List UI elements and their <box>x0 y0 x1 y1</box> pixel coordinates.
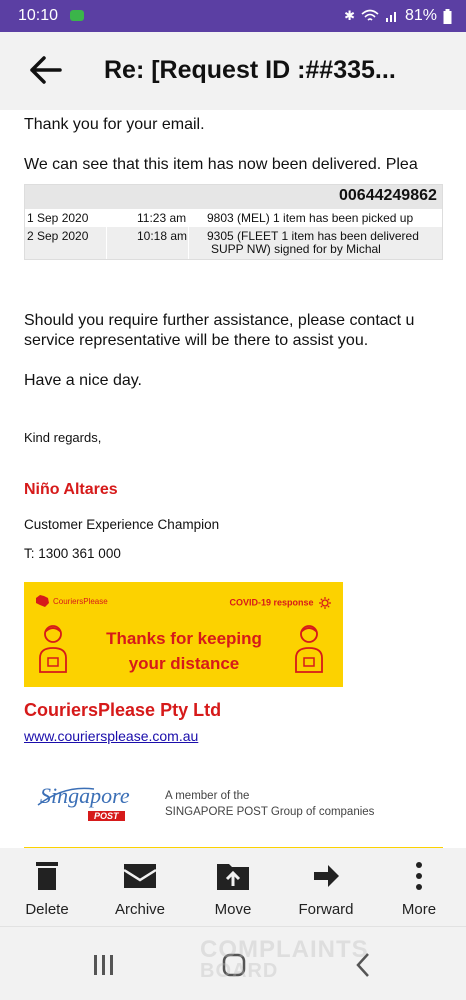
status-bar: 10:10 ✱ 81% <box>0 0 466 32</box>
more-vertical-icon <box>416 862 422 890</box>
sender-role: Customer Experience Champion <box>24 517 220 532</box>
tracking-time: 10:18 am <box>137 229 188 243</box>
trash-icon <box>36 862 58 890</box>
email-action-toolbar: Delete Archive Move Forward More <box>0 848 466 926</box>
australia-map-icon <box>36 595 49 607</box>
delivered-text: We can see that this item has now been d… <box>24 156 418 173</box>
table-row: 2 Sep 2020 10:18 am 9305 (FLEET 1 item h… <box>25 227 442 259</box>
battery-percent: 81% <box>404 7 437 24</box>
battery-icon <box>443 8 452 24</box>
tracking-time: 11:23 am <box>137 211 187 225</box>
covid-banner: CouriersPlease COVID-19 response Thanks … <box>24 582 343 687</box>
couriersplease-logo: CouriersPlease <box>34 594 108 608</box>
more-button[interactable]: More <box>374 848 464 926</box>
sender-phone: T: 1300 361 000 <box>24 546 121 561</box>
bluetooth-icon: ✱ <box>344 8 355 23</box>
person-icon <box>295 625 323 673</box>
move-button[interactable]: Move <box>188 848 278 926</box>
tracking-detail: 9305 (FLEET 1 item has been delivered <box>207 229 419 243</box>
tracking-detail-line2: SUPP NW) signed for by Michal <box>211 242 381 256</box>
tracking-number: 00644249862 <box>339 187 437 204</box>
regards-text: Kind regards, <box>24 430 102 445</box>
watermark: COMPLAINTS BOARD <box>200 936 369 982</box>
tracking-date: 2 Sep 2020 <box>27 229 89 243</box>
nice-day-text: Have a nice day. <box>24 372 142 389</box>
forward-button[interactable]: Forward <box>281 848 371 926</box>
company-name: CouriersPlease Pty Ltd <box>24 700 222 720</box>
tracking-detail: 9803 (MEL) 1 item has been picked up <box>207 211 414 225</box>
banner-message: Thanks for keeping your distance <box>106 629 262 673</box>
table-row: 1 Sep 2020 11:23 am 9803 (MEL) 1 item ha… <box>25 209 442 227</box>
forward-arrow-icon <box>314 865 339 887</box>
tracking-date: 1 Sep 2020 <box>27 211 89 225</box>
greeting-text: Thank you for your email. <box>24 116 205 133</box>
chat-notification-icon <box>70 10 84 21</box>
archive-icon <box>123 864 157 888</box>
email-subject-title: Re: [Request ID :##335... <box>104 56 396 84</box>
sender-name: Niño Altares <box>24 481 118 498</box>
recent-apps-icon[interactable] <box>74 945 134 985</box>
tracking-table: 00644249862 1 Sep 2020 11:23 am 9803 (ME… <box>24 184 443 260</box>
table-divider <box>106 209 107 259</box>
table-divider <box>188 209 189 259</box>
virus-icon <box>319 597 331 609</box>
singpost-member-text: A member of the SINGAPORE POST Group of … <box>165 790 375 818</box>
person-icon <box>39 625 67 673</box>
singapore-post-logo: Singapore POST <box>37 783 130 821</box>
assist-text-line1: Should you require further assistance, p… <box>24 312 415 329</box>
company-website-link[interactable]: www.couriersplease.com.au <box>24 728 198 744</box>
back-arrow-icon[interactable] <box>26 52 66 88</box>
wifi-icon <box>361 9 379 21</box>
covid-response-label: COVID-19 response <box>229 597 331 609</box>
app-bar: Re: [Request ID :##335... <box>0 32 466 110</box>
delete-button[interactable]: Delete <box>2 848 92 926</box>
move-folder-icon <box>217 864 249 890</box>
tracking-header: 00644249862 <box>25 185 442 209</box>
signal-icon <box>385 12 396 22</box>
status-time: 10:10 <box>18 7 59 24</box>
assist-text-line2: service representative will be there to … <box>24 332 369 349</box>
archive-button[interactable]: Archive <box>95 848 185 926</box>
email-body[interactable]: Thank you for your email. We can see tha… <box>0 110 466 848</box>
